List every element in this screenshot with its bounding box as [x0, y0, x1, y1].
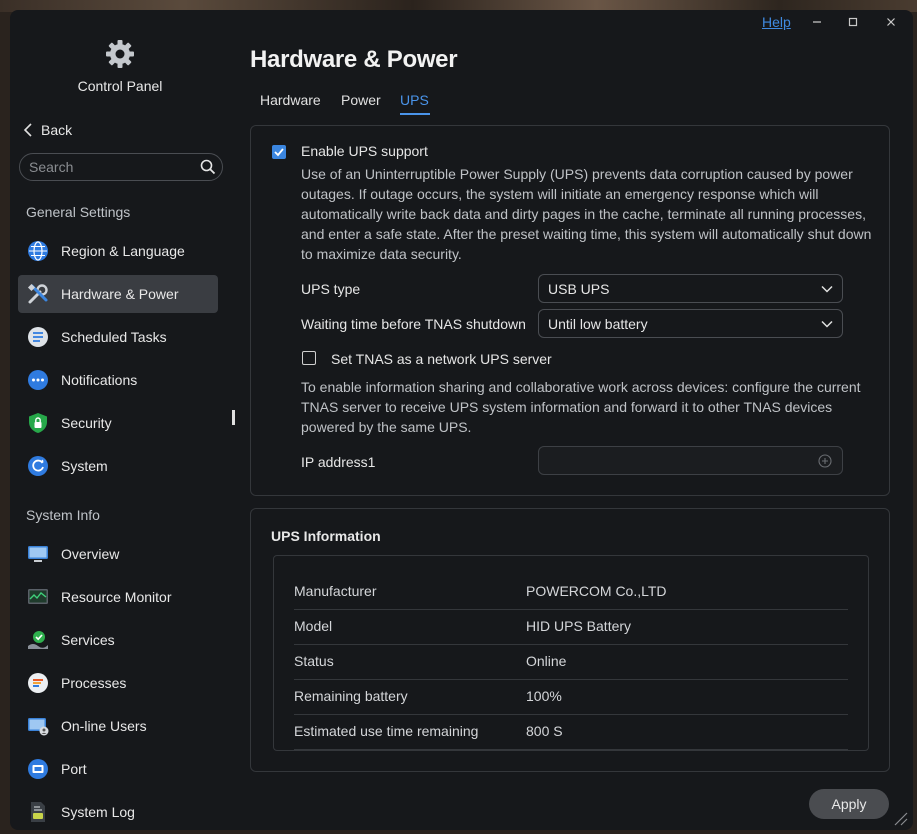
sidebar-item-overview[interactable]: Overview	[18, 535, 218, 573]
sidebar-item-services[interactable]: Services	[18, 621, 218, 659]
ups-description: Use of an Uninterruptible Power Supply (…	[301, 166, 872, 262]
network-ups-server-label: Set TNAS as a network UPS server	[331, 351, 552, 367]
maximize-icon[interactable]	[843, 12, 863, 32]
sidebar-item-label: Processes	[61, 675, 127, 691]
port-icon	[27, 758, 49, 780]
table-row: Model HID UPS Battery	[294, 609, 848, 645]
ups-info-table: Manufacturer POWERCOM Co.,LTD Model HID …	[273, 555, 869, 751]
ip-address-input[interactable]	[539, 447, 810, 475]
app-title: Control Panel	[77, 78, 163, 94]
page-title: Hardware & Power	[250, 46, 458, 73]
close-icon[interactable]	[881, 12, 901, 32]
sidebar-item-hardware-power[interactable]: Hardware & Power	[18, 275, 218, 313]
sidebar-scrollbar[interactable]	[232, 410, 235, 425]
chevron-down-icon	[821, 320, 833, 328]
sidebar-item-system-log[interactable]: System Log	[18, 793, 218, 830]
info-key: Model	[294, 618, 333, 634]
info-key: Estimated use time remaining	[294, 723, 479, 739]
search-icon[interactable]	[200, 159, 216, 175]
network-ups-server-checkbox[interactable]	[302, 351, 316, 365]
table-row: Manufacturer POWERCOM Co.,LTD	[294, 574, 848, 610]
sidebar-item-label: On-line Users	[61, 718, 147, 734]
system-log-icon	[27, 801, 49, 823]
info-key: Status	[294, 653, 334, 669]
enable-ups-checkbox[interactable]	[272, 145, 286, 159]
back-label: Back	[41, 122, 73, 138]
waiting-time-value: Until low battery	[548, 315, 648, 332]
active-tab-indicator	[400, 113, 430, 115]
ups-type-value: USB UPS	[548, 280, 610, 297]
add-circle-icon[interactable]	[818, 454, 832, 468]
shield-lock-icon	[27, 412, 49, 434]
info-key: Manufacturer	[294, 583, 377, 599]
info-value: 800 S	[526, 723, 563, 739]
chevron-left-icon	[23, 123, 32, 137]
sidebar-item-resource-monitor[interactable]: Resource Monitor	[18, 578, 218, 616]
minimize-icon[interactable]	[807, 12, 827, 32]
gear-icon	[106, 40, 134, 68]
sidebar-item-processes[interactable]: Processes	[18, 664, 218, 702]
sidebar-item-label: Scheduled Tasks	[61, 329, 167, 345]
sidebar-item-label: Security	[61, 415, 112, 431]
chat-bubble-icon	[27, 369, 49, 391]
table-row: Status Online	[294, 644, 848, 680]
monitor-icon	[27, 543, 49, 565]
info-value: POWERCOM Co.,LTD	[526, 583, 667, 599]
info-value: HID UPS Battery	[526, 618, 632, 634]
sidebar-item-label: Hardware & Power	[61, 286, 179, 302]
waiting-time-label: Waiting time before TNAS shutdown	[301, 316, 526, 332]
ip-address-label: IP address1	[301, 454, 376, 470]
table-row: Estimated use time remaining 800 S	[294, 714, 848, 750]
checkmark-icon	[274, 148, 284, 157]
control-panel-window: Control Panel Back General Settings Regi…	[10, 10, 913, 830]
search-input[interactable]	[20, 158, 201, 176]
sidebar-item-label: Port	[61, 761, 87, 777]
task-list-icon	[27, 326, 49, 348]
back-button[interactable]: Back	[23, 122, 72, 138]
resource-monitor-icon	[27, 586, 49, 608]
sidebar-item-online-users[interactable]: On-line Users	[18, 707, 218, 745]
network-ups-description: To enable information sharing and collab…	[301, 379, 861, 435]
system-refresh-icon	[27, 455, 49, 477]
waiting-time-select[interactable]: Until low battery	[538, 309, 843, 338]
sidebar-item-security[interactable]: Security	[18, 404, 218, 442]
ups-type-label: UPS type	[301, 281, 361, 297]
tab-hardware[interactable]: Hardware	[260, 92, 321, 108]
apply-button[interactable]: Apply	[809, 789, 889, 819]
globe-icon	[27, 240, 49, 262]
sidebar-item-scheduled-tasks[interactable]: Scheduled Tasks	[18, 318, 218, 356]
section-general-settings: General Settings	[26, 204, 131, 220]
help-link[interactable]: Help	[762, 14, 791, 30]
sidebar-item-label: System	[61, 458, 108, 474]
sidebar-item-label: Services	[61, 632, 115, 648]
sidebar-item-label: System Log	[61, 804, 135, 820]
table-row: Remaining battery 100%	[294, 679, 848, 715]
online-users-icon	[27, 715, 49, 737]
ip-address-field	[538, 446, 843, 475]
enable-ups-label: Enable UPS support	[301, 143, 428, 159]
sidebar-item-notifications[interactable]: Notifications	[18, 361, 218, 399]
sidebar-item-label: Region & Language	[61, 243, 185, 259]
info-value: 100%	[526, 688, 562, 704]
info-key: Remaining battery	[294, 688, 408, 704]
sidebar-item-label: Resource Monitor	[61, 589, 172, 605]
search-box	[19, 153, 223, 181]
tools-icon	[27, 283, 49, 305]
ups-info-title: UPS Information	[271, 528, 381, 544]
resize-grip-icon[interactable]	[892, 810, 908, 826]
services-check-icon	[27, 629, 49, 651]
sidebar-item-system[interactable]: System	[18, 447, 218, 485]
sidebar-item-region-language[interactable]: Region & Language	[18, 232, 218, 270]
sidebar: Control Panel Back General Settings Regi…	[10, 10, 233, 830]
sidebar-item-port[interactable]: Port	[18, 750, 218, 788]
info-value: Online	[526, 653, 567, 669]
tab-power[interactable]: Power	[341, 92, 381, 108]
sidebar-item-label: Overview	[61, 546, 120, 562]
ups-type-select[interactable]: USB UPS	[538, 274, 843, 303]
chevron-down-icon	[821, 285, 833, 293]
processes-icon	[27, 672, 49, 694]
section-system-info: System Info	[26, 507, 100, 523]
sidebar-item-label: Notifications	[61, 372, 138, 388]
tab-ups[interactable]: UPS	[400, 92, 429, 108]
